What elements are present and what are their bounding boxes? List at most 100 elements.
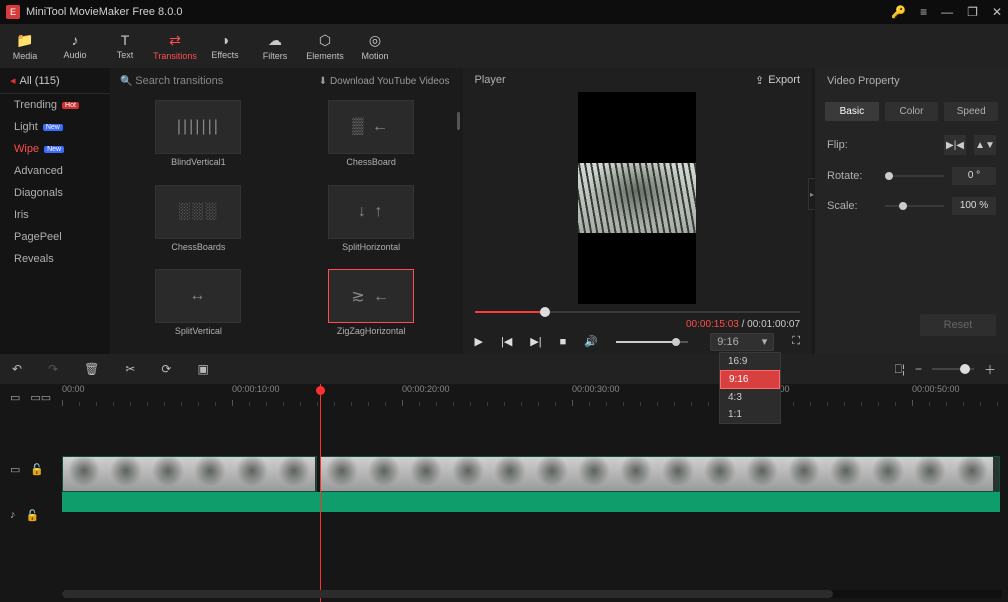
app-logo: E	[6, 5, 20, 19]
tab-basic[interactable]: Basic	[825, 102, 879, 121]
transition-blindvertical1[interactable]: |||||||BlindVertical1	[116, 100, 281, 179]
aspect-option-4-3[interactable]: 4:3	[720, 389, 780, 406]
tab-label: Motion	[361, 51, 388, 61]
download-youtube-link[interactable]: ⬇ Download YouTube Videos	[319, 76, 450, 87]
rotate-label: Rotate:	[827, 170, 877, 182]
sidebar-item-trending[interactable]: TrendingHot	[0, 94, 110, 116]
transition-label: ZigZagHorizontal	[337, 326, 406, 336]
tab-effects[interactable]: ◑Effects	[200, 24, 250, 68]
tab-filters[interactable]: ☁ Filters	[250, 24, 300, 68]
video-clip-1[interactable]: 🖼5	[62, 456, 317, 492]
property-title: Video Property	[827, 75, 900, 87]
ruler-tick: 00:00:10:00	[232, 384, 280, 394]
sidebar-item-label: Reveals	[14, 253, 54, 265]
lock-icon[interactable]: 🔓	[26, 509, 40, 522]
transition-chessboards[interactable]: ░░░ChessBoards	[116, 185, 281, 264]
redo-button[interactable]: ↷	[48, 362, 58, 376]
prev-button[interactable]: |◀	[501, 335, 512, 348]
next-button[interactable]: ▶|	[530, 335, 541, 348]
tab-media[interactable]: 📁Media	[0, 24, 50, 68]
tab-color[interactable]: Color	[885, 102, 939, 121]
playhead[interactable]	[320, 384, 321, 602]
sidebar-item-diagonals[interactable]: Diagonals	[0, 182, 110, 204]
export-icon: ⇪	[755, 74, 764, 87]
player-title: Player	[475, 74, 506, 86]
transition-thumb: ▒ ←	[328, 100, 414, 154]
gallery-scrollbar[interactable]	[457, 112, 460, 130]
volume-slider[interactable]	[616, 341, 688, 343]
zoom-in-button[interactable]: ＋	[984, 361, 996, 378]
aspect-ratio-select[interactable]: 9:16▾	[710, 333, 774, 351]
rotate-slider[interactable]	[885, 175, 944, 177]
tab-motion[interactable]: ◎Motion	[350, 24, 400, 68]
transition-thumb: ░░░	[155, 185, 241, 239]
elements-icon: ⬡	[319, 32, 331, 49]
transition-splitvertical[interactable]: ↔SplitVertical	[116, 269, 281, 348]
crop-button[interactable]: ▣	[197, 362, 208, 376]
tab-transitions[interactable]: ⇄Transitions	[150, 24, 200, 68]
fit-button[interactable]: ⎕¦	[895, 362, 905, 377]
timeline-ruler[interactable]: 00:0000:00:10:0000:00:20:0000:00:30:0000…	[62, 384, 1008, 410]
player-panel: Player ⇪Export 00:00:15:03 / 00:01:00:07…	[463, 68, 813, 354]
preview-canvas[interactable]	[578, 92, 696, 304]
tab-elements[interactable]: ⬡Elements	[300, 24, 350, 68]
sidebar-item-label: Diagonals	[14, 187, 63, 199]
video-clip-2[interactable]: 🖼7	[320, 456, 1000, 492]
tab-label: Filters	[263, 51, 288, 61]
transition-splithorizontal[interactable]: ↓ ↑SplitHorizontal	[289, 185, 454, 264]
fullscreen-button[interactable]: ⛶	[792, 335, 800, 348]
zoom-slider[interactable]	[932, 368, 974, 370]
play-button[interactable]: ▶	[475, 335, 483, 348]
timeline-scrollbar[interactable]	[62, 590, 1002, 598]
lock-icon[interactable]: 🔓	[30, 463, 44, 476]
player-scrubber[interactable]	[475, 304, 801, 319]
sidebar-item-pagepeel[interactable]: PagePeel	[0, 226, 110, 248]
minimize-icon[interactable]: —	[941, 5, 953, 19]
transition-zigzaghorizontal[interactable]: ≳ ←ZigZagHorizontal	[289, 269, 454, 348]
sidebar-item-advanced[interactable]: Advanced	[0, 160, 110, 182]
sidebar-all[interactable]: ◂All (115)	[0, 68, 110, 94]
undo-button[interactable]: ↶	[12, 362, 22, 376]
tab-audio[interactable]: ♪Audio	[50, 24, 100, 68]
aspect-option-9-16[interactable]: 9:16	[720, 370, 780, 389]
sidebar-item-light[interactable]: LightNew	[0, 116, 110, 138]
panel-collapse-handle[interactable]: ▸	[808, 178, 815, 210]
transition-bar[interactable]	[62, 492, 1000, 512]
transition-chessboard[interactable]: ▒ ←ChessBoard	[289, 100, 454, 179]
reset-button[interactable]: Reset	[920, 314, 996, 336]
close-icon[interactable]: ✕	[992, 5, 1002, 19]
maximize-icon[interactable]: ❐	[967, 5, 978, 19]
sidebar-item-reveals[interactable]: Reveals	[0, 248, 110, 270]
flip-vertical-button[interactable]: ▲▼	[974, 135, 996, 155]
mute-button[interactable]: 🔊	[584, 335, 598, 348]
export-button[interactable]: ⇪Export	[755, 74, 800, 87]
tab-label: Audio	[63, 50, 86, 60]
speed-button[interactable]: ⟳	[161, 362, 171, 376]
video-track-header[interactable]: ▭🔓	[0, 456, 62, 482]
search-input[interactable]: Search transitions	[120, 75, 319, 87]
sidebar-item-iris[interactable]: Iris	[0, 204, 110, 226]
media-icon: 📁	[16, 32, 33, 49]
stop-button[interactable]: ■	[560, 336, 567, 348]
aspect-option-16-9[interactable]: 16:9	[720, 353, 780, 370]
tab-text[interactable]: TText	[100, 24, 150, 68]
menu-icon[interactable]: ≡	[920, 5, 927, 19]
flip-horizontal-button[interactable]: ▶|◀	[944, 135, 966, 155]
video-track[interactable]: 🖼5 🖼7	[62, 456, 1008, 512]
rotate-value[interactable]: 0 °	[952, 167, 996, 185]
filters-icon: ☁	[268, 32, 282, 49]
audio-track-header[interactable]: ♪🔓	[0, 502, 62, 528]
aspect-option-1-1[interactable]: 1:1	[720, 406, 780, 423]
audio-track[interactable]	[62, 528, 1008, 558]
audio-icon: ♪	[10, 509, 16, 521]
license-key-icon[interactable]: 🔑	[891, 5, 906, 19]
ruler-tick: 00:00:50:00	[912, 384, 960, 394]
delete-button[interactable]: 🗑	[84, 362, 99, 376]
sidebar-item-wipe[interactable]: WipeNew	[0, 138, 110, 160]
zoom-out-button[interactable]: −	[915, 362, 922, 376]
split-button[interactable]: ✂	[125, 362, 135, 376]
scale-slider[interactable]	[885, 205, 944, 207]
track-header-thumb[interactable]: ▭▭▭	[0, 384, 62, 410]
scale-value[interactable]: 100 %	[952, 197, 996, 215]
tab-speed[interactable]: Speed	[944, 102, 998, 121]
